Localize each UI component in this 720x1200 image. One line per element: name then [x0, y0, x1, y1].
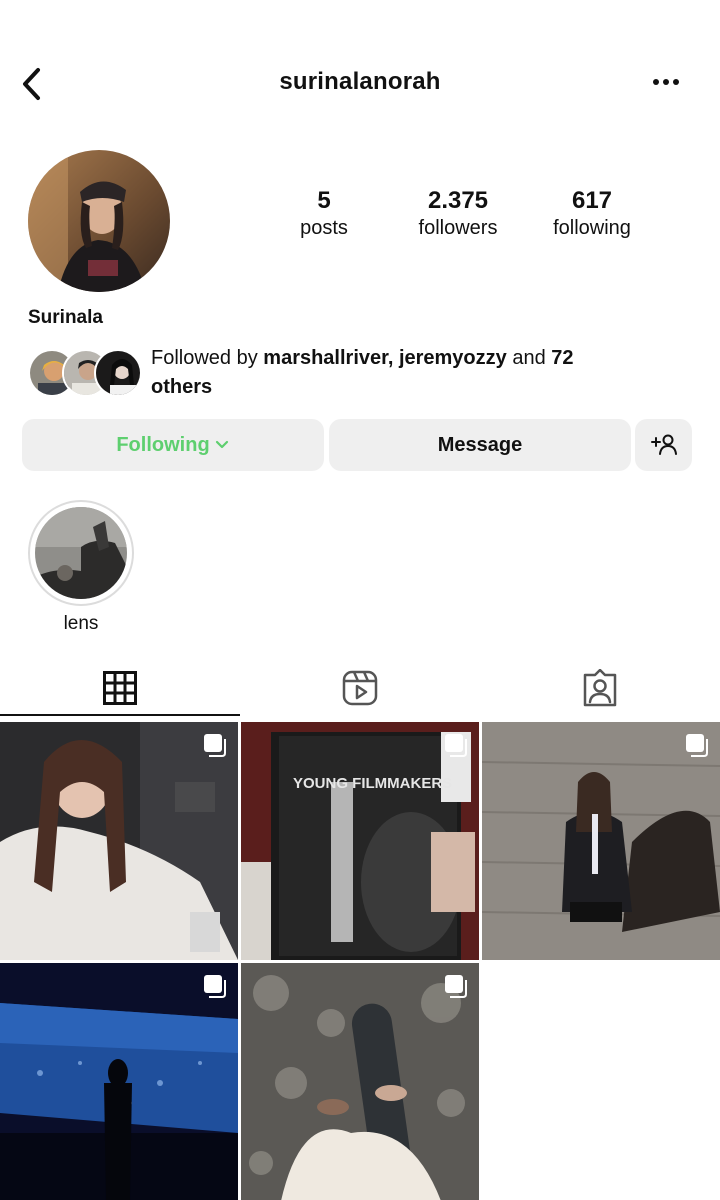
more-options-button[interactable]: [652, 72, 682, 92]
mutual-followers-avatars[interactable]: [28, 347, 142, 399]
tab-reels[interactable]: [240, 660, 480, 716]
mutual-avatar: [94, 349, 142, 397]
carousel-icon: [445, 975, 467, 998]
tab-tagged[interactable]: [480, 660, 720, 716]
mutual-others-count: 72: [551, 347, 574, 369]
post-thumbnail[interactable]: YOUNG FILMMAKERS: [241, 722, 479, 960]
mutual-others-label: others: [151, 376, 213, 398]
active-tab-indicator: [0, 714, 240, 716]
mutual-separator: ,: [387, 347, 399, 369]
profile-username-title: surinalanorah: [279, 68, 441, 95]
following-count: 617: [571, 187, 613, 214]
following-label: following: [553, 217, 631, 239]
following-button-label: Following: [116, 433, 210, 456]
more-dots-icon: [653, 79, 679, 85]
display-name: Surinala: [28, 307, 103, 328]
profile-tabs: [0, 660, 720, 716]
carousel-icon: [445, 734, 467, 757]
followed-by-and: and: [506, 347, 552, 369]
posts-label: posts: [300, 217, 348, 239]
carousel-icon: [686, 734, 708, 757]
following-button[interactable]: Following: [22, 419, 324, 471]
tagged-icon: [583, 669, 617, 707]
message-button-label: Message: [437, 433, 523, 456]
post-thumbnail[interactable]: [482, 722, 720, 960]
carousel-icon: [204, 734, 226, 757]
followers-count: 2.375: [427, 187, 489, 214]
mutual-username: marshallriver: [263, 347, 388, 369]
followed-by-text[interactable]: Followed by marshallriver, jeremyozzy an…: [151, 344, 631, 402]
suggested-users-button[interactable]: [635, 419, 692, 471]
highlight-cover: [35, 507, 127, 599]
reels-icon: [342, 670, 378, 706]
profile-avatar[interactable]: [28, 150, 170, 292]
add-user-icon: [650, 434, 677, 455]
mutual-username: jeremyozzy: [398, 347, 507, 369]
highlight-label: lens: [63, 613, 99, 634]
followed-by-prefix: Followed by: [151, 347, 264, 369]
carousel-icon: [204, 975, 226, 998]
grid-icon: [103, 671, 137, 705]
followers-stat[interactable]: 2.375 followers: [388, 186, 528, 240]
story-highlight[interactable]: [28, 500, 134, 606]
avatar-photo: [28, 150, 170, 292]
post-thumbnail[interactable]: [0, 722, 238, 960]
post-thumbnail[interactable]: [241, 963, 479, 1200]
message-button[interactable]: Message: [329, 419, 631, 471]
svg-text:YOUNG FILMMAKERS: YOUNG FILMMAKERS: [293, 775, 452, 792]
following-stat[interactable]: 617 following: [522, 186, 662, 240]
tab-posts-grid[interactable]: [0, 660, 240, 716]
followers-label: followers: [418, 217, 498, 239]
chevron-down-icon: [215, 440, 228, 449]
top-bar: surinalanorah: [0, 52, 720, 112]
posts-stat[interactable]: 5 posts: [254, 186, 394, 240]
post-thumbnail[interactable]: [0, 963, 238, 1200]
posts-count: 5: [317, 187, 331, 214]
